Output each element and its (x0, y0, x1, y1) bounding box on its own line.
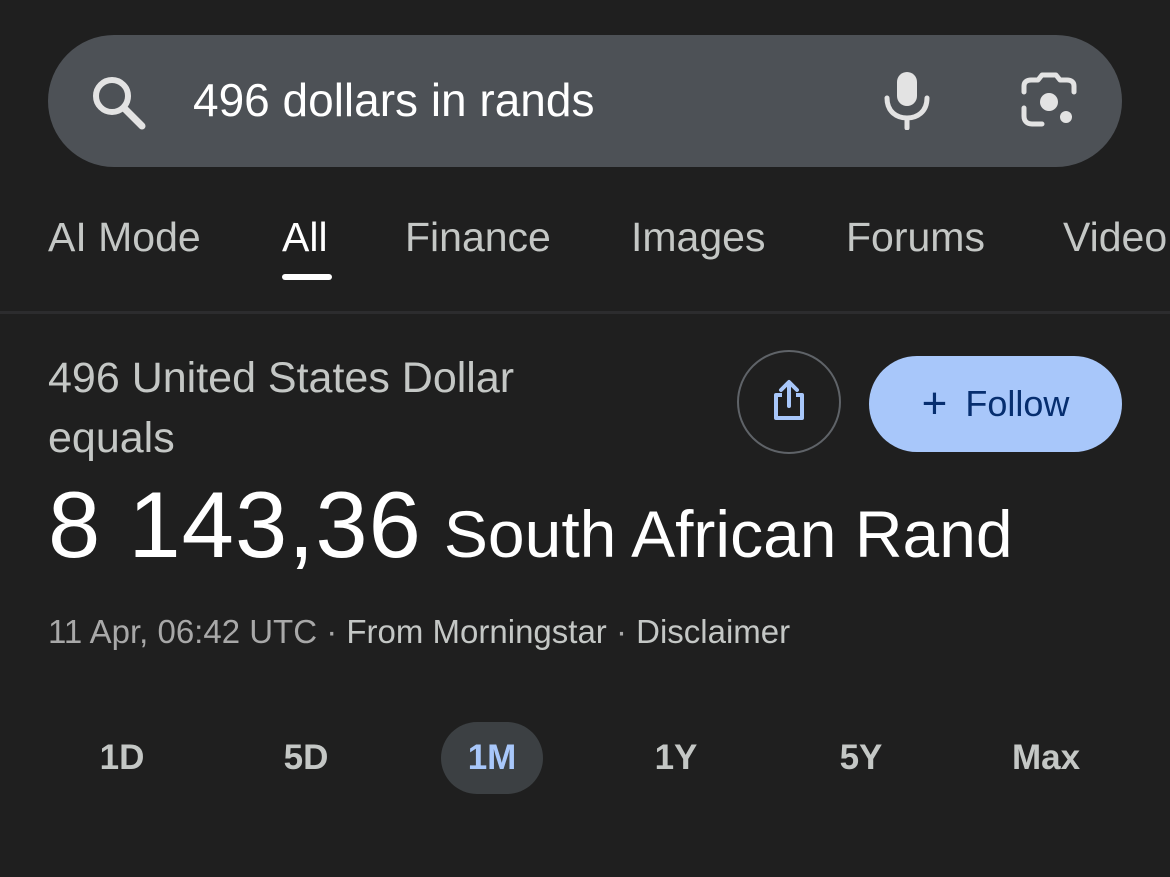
divider (0, 311, 1170, 314)
range-max[interactable]: Max (990, 722, 1102, 794)
follow-label: Follow (965, 383, 1070, 424)
plus-icon: + (921, 379, 948, 428)
share-icon (771, 379, 807, 426)
meta-separator: · (326, 613, 338, 650)
target-currency: South African Rand (443, 497, 1013, 571)
range-1m[interactable]: 1M (441, 722, 543, 794)
conversion-result: 8 143,36 South African Rand (48, 470, 1013, 589)
converted-amount: 8 143,36 (48, 472, 422, 577)
range-selector: 1D 5D 1M 1Y 5Y Max (0, 722, 1170, 794)
result-meta: 11 Apr, 06:42 UTC · From Morningstar · D… (48, 610, 790, 654)
range-5y[interactable]: 5Y (811, 722, 911, 794)
search-input[interactable]: 496 dollars in rands (193, 72, 594, 128)
range-1d[interactable]: 1D (72, 722, 172, 794)
tab-ai-mode[interactable]: AI Mode (48, 212, 201, 262)
tab-finance[interactable]: Finance (405, 212, 551, 262)
tab-forums[interactable]: Forums (846, 212, 985, 262)
range-5d[interactable]: 5D (256, 722, 356, 794)
tab-video[interactable]: Video (1063, 212, 1167, 262)
range-1y[interactable]: 1Y (626, 722, 726, 794)
page: 496 dollars in rands AI Mode All Finance… (0, 0, 1170, 877)
search-icon[interactable] (88, 72, 148, 132)
lens-icon[interactable] (1018, 72, 1080, 130)
follow-button[interactable]: + Follow (869, 356, 1122, 452)
meta-separator: · (615, 613, 627, 650)
tab-images[interactable]: Images (631, 212, 765, 262)
disclaimer-link[interactable]: Disclaimer (636, 613, 790, 650)
tab-all[interactable]: All (282, 212, 328, 262)
mic-icon[interactable] (880, 70, 934, 131)
search-tabs: AI Mode All Finance Images Forums Video (0, 200, 1170, 310)
share-button[interactable] (737, 350, 841, 454)
active-tab-indicator (282, 274, 332, 280)
timestamp: 11 Apr, 06:42 UTC (48, 613, 318, 650)
source-link[interactable]: From Morningstar (346, 613, 606, 650)
conversion-source-text: 496 United States Dollar equals (48, 354, 515, 462)
